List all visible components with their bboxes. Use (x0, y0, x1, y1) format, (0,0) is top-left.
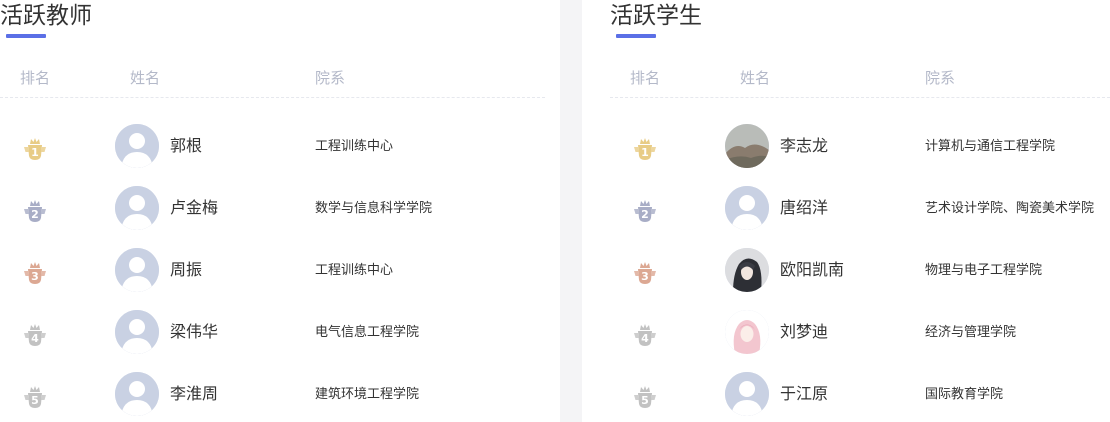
avatar[interactable] (115, 186, 159, 230)
student-row: 3 欧阳凯南 物理与电子工程学院 (610, 248, 1110, 310)
rank-badge-icon: 3 (630, 260, 660, 288)
teacher-row: 2 卢金梅 数学与信息科学学院 (0, 186, 520, 248)
rank-number: 4 (31, 332, 39, 345)
rank-number: 3 (31, 270, 39, 283)
title-underline (6, 34, 46, 38)
avatar[interactable] (725, 372, 769, 416)
rank-number: 3 (641, 270, 649, 283)
teacher-name[interactable]: 梁伟华 (170, 322, 218, 342)
student-name[interactable]: 于江原 (780, 384, 828, 404)
avatar[interactable] (115, 310, 159, 354)
rank-badge-icon: 4 (630, 322, 660, 350)
avatar[interactable] (725, 310, 769, 354)
column-header-name: 姓名 (130, 69, 161, 87)
department-name: 计算机与通信工程学院 (925, 139, 1056, 154)
panel-title: 活跃教师 (0, 3, 92, 29)
teacher-name[interactable]: 卢金梅 (170, 198, 218, 218)
teacher-row: 5 李淮周 建筑环境工程学院 (0, 372, 520, 422)
department-name: 电气信息工程学院 (315, 325, 420, 340)
rank-badge-icon: 1 (20, 136, 50, 164)
rank-number: 2 (31, 208, 39, 221)
column-header-dept: 院系 (925, 69, 956, 87)
column-header-rank: 排名 (20, 69, 51, 87)
header-divider (610, 97, 1110, 98)
teacher-row: 3 周振 工程训练中心 (0, 248, 520, 310)
department-name: 艺术设计学院、陶瓷美术学院 (925, 201, 1095, 216)
active-teachers-panel: 活跃教师 排名 姓名 院系 1 郭根 工程训练中心 2 卢金梅 数学与信息科学学院 3 周振工… (0, 0, 560, 422)
teacher-row: 4 梁伟华 电气信息工程学院 (0, 310, 520, 372)
department-name: 物理与电子工程学院 (925, 263, 1043, 278)
department-name: 数学与信息科学学院 (315, 201, 433, 216)
department-name: 建筑环境工程学院 (315, 387, 420, 402)
student-name[interactable]: 李志龙 (780, 136, 828, 156)
avatar[interactable] (725, 248, 769, 292)
active-students-panel: 活跃学生 排名 姓名 院系 1 李志龙 计算机与通信工程学院 2 唐绍洋 艺术设计学院、陶… (582, 0, 1110, 422)
teacher-name[interactable]: 郭根 (170, 136, 202, 156)
rank-badge-icon: 3 (20, 260, 50, 288)
department-name: 工程训练中心 (315, 263, 394, 278)
rank-badge-icon: 1 (630, 136, 660, 164)
avatar[interactable] (725, 186, 769, 230)
column-header-name: 姓名 (740, 69, 771, 87)
department-name: 工程训练中心 (315, 139, 394, 154)
avatar[interactable] (725, 124, 769, 168)
rank-badge-icon: 5 (630, 384, 660, 412)
department-name: 国际教育学院 (925, 387, 1004, 402)
student-row: 2 唐绍洋 艺术设计学院、陶瓷美术学院 (610, 186, 1110, 248)
teacher-name[interactable]: 李淮周 (170, 384, 218, 404)
avatar[interactable] (115, 124, 159, 168)
rank-number: 5 (641, 394, 649, 407)
student-row: 1 李志龙 计算机与通信工程学院 (610, 124, 1110, 186)
title-underline (616, 34, 656, 38)
column-header-rank: 排名 (630, 69, 661, 87)
rank-badge-icon: 2 (630, 198, 660, 226)
rank-number: 1 (31, 146, 39, 159)
panel-title: 活跃学生 (610, 3, 702, 29)
header-divider (0, 97, 545, 98)
department-name: 经济与管理学院 (925, 325, 1017, 340)
rank-number: 4 (641, 332, 649, 345)
rank-badge-icon: 5 (20, 384, 50, 412)
rank-badge-icon: 4 (20, 322, 50, 350)
teacher-row: 1 郭根 工程训练中心 (0, 124, 520, 186)
rank-number: 2 (641, 208, 649, 221)
avatar[interactable] (115, 372, 159, 416)
student-row: 4 刘梦迪 经济与管理学院 (610, 310, 1110, 372)
student-name[interactable]: 唐绍洋 (780, 198, 828, 218)
student-name[interactable]: 欧阳凯南 (780, 260, 844, 280)
student-name[interactable]: 刘梦迪 (780, 322, 828, 342)
column-header-dept: 院系 (315, 69, 346, 87)
avatar[interactable] (115, 248, 159, 292)
teacher-name[interactable]: 周振 (170, 260, 202, 280)
student-row: 5 于江原 国际教育学院 (610, 372, 1110, 422)
rank-badge-icon: 2 (20, 198, 50, 226)
rank-number: 1 (641, 146, 649, 159)
rank-number: 5 (31, 394, 39, 407)
